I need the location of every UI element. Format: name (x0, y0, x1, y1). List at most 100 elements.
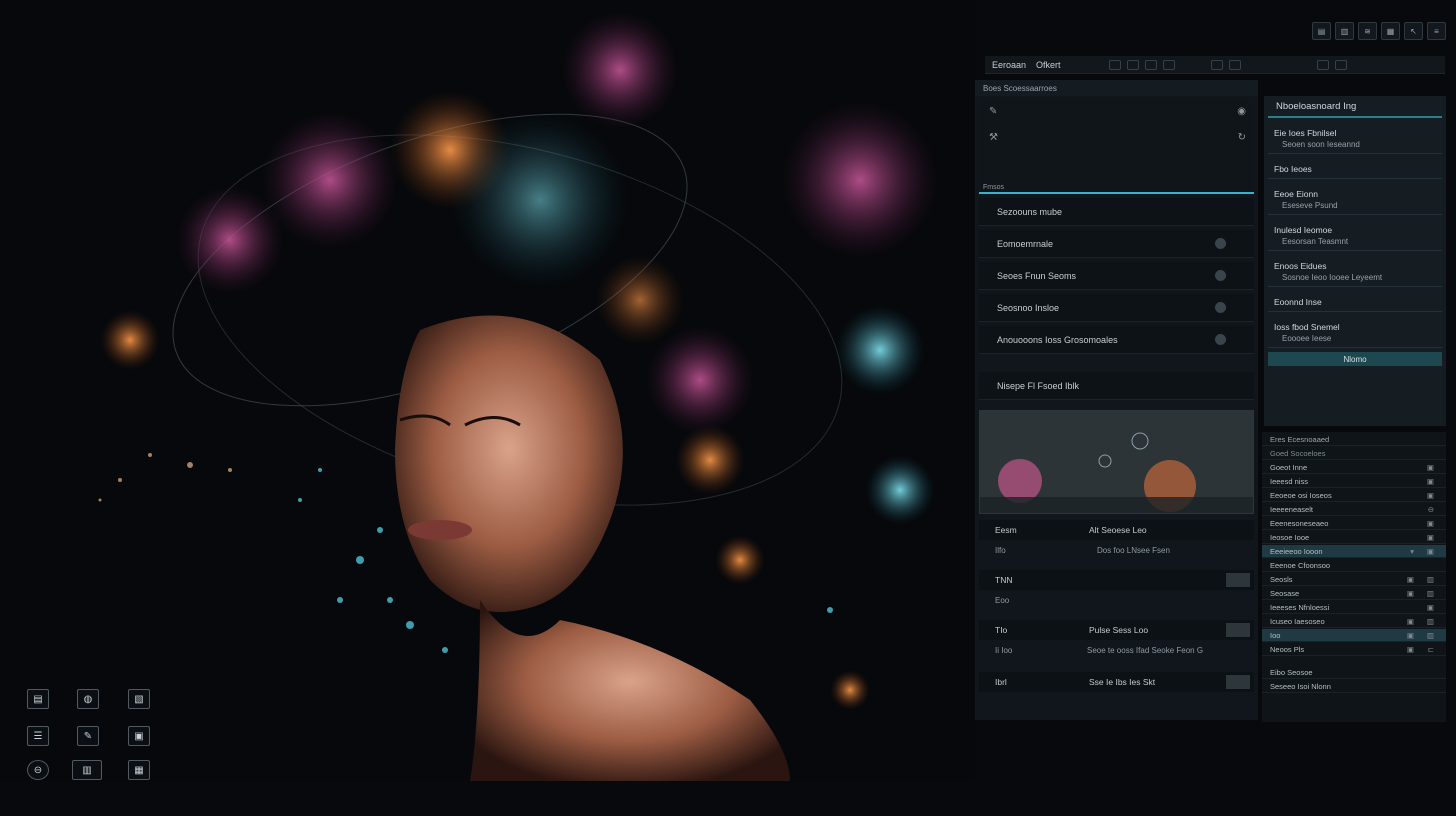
toggle-dot[interactable] (1215, 238, 1226, 249)
apply-button[interactable]: Nlomo (1268, 352, 1442, 366)
adjustment-group[interactable]: Eie Ioes Fbnilsel Seoen soon Ieseannd (1268, 124, 1442, 154)
visibility-icon[interactable]: ▣ (1407, 617, 1414, 626)
crop-icon: ▧ (134, 693, 144, 705)
bar-value: Alt Seoese Leo (1089, 525, 1147, 535)
menu-item-file[interactable]: Eeroaan (990, 60, 1028, 70)
link-icon[interactable]: ⊖ (1428, 505, 1434, 514)
layer-row[interactable]: Ieeesd niss ▣ (1262, 475, 1446, 488)
toggle-dot[interactable] (1215, 334, 1226, 345)
search-icon[interactable] (1316, 59, 1329, 70)
dropdown-icon[interactable]: ▾ (1410, 547, 1414, 556)
list-item[interactable]: Seoes Fnun Seoms (979, 262, 1254, 290)
layer-row[interactable]: Goeot Inne ▣ (1262, 461, 1446, 474)
layer-label: Eeenoe Cfoonsoo (1270, 560, 1331, 570)
list-item[interactable]: Sezoouns mube (979, 198, 1254, 226)
bucket-icon: ◍ (83, 693, 93, 705)
lock-icon[interactable]: ▥ (1427, 617, 1434, 626)
bar-label: TNN (995, 575, 1013, 585)
pen-icon[interactable]: ✎ (989, 106, 997, 117)
group-label: Fbo Ieoes (1274, 164, 1312, 174)
layer-row[interactable]: Seosls ▣ ▥ (1262, 573, 1446, 586)
lock-icon[interactable]: ▥ (1427, 575, 1434, 584)
color-swatch[interactable] (1226, 573, 1250, 587)
wrench-icon[interactable]: ⚒ (989, 132, 998, 143)
eye-tool-button[interactable]: ⊖ (27, 760, 49, 780)
menu-item-edit[interactable]: Ofkert (1034, 60, 1063, 70)
refresh-icon[interactable]: ↻ (1238, 132, 1246, 143)
layer-row[interactable]: Ieeeeneaselt ⊖ (1262, 503, 1446, 516)
visibility-icon[interactable]: ▣ (1407, 631, 1414, 640)
layer-row[interactable]: Ieeeses Nfnloessi ▣ (1262, 601, 1446, 614)
text-tool-button[interactable]: ▥ (72, 760, 102, 780)
menubar-icon[interactable] (1126, 59, 1139, 70)
menubar-icon[interactable] (1228, 59, 1241, 70)
toggle-dot[interactable] (1215, 270, 1226, 281)
menu-icon[interactable]: ≡ (1427, 22, 1446, 40)
list-item[interactable]: Seosnoo Insloe (979, 294, 1254, 322)
lock-icon[interactable]: ▥ (1427, 589, 1434, 598)
adjustment-group[interactable]: Enoos Eidues Sosnoe Ieoo Iooee Leyeemt (1268, 257, 1442, 287)
visibility-icon[interactable]: ▣ (1407, 589, 1414, 598)
lock-icon[interactable]: ▥ (1427, 631, 1434, 640)
list-item[interactable]: Anouooons Ioss Grosomoales (979, 326, 1254, 354)
visibility-icon[interactable]: ▣ (1427, 547, 1434, 556)
adjustment-group[interactable]: Eeoe Eionn Eseseve Psund (1268, 185, 1442, 215)
wave-icon[interactable]: ≋ (1358, 22, 1377, 40)
menubar-icon[interactable] (1144, 59, 1157, 70)
layer-icon: ▦ (134, 764, 144, 776)
visibility-icon[interactable]: ▣ (1407, 645, 1414, 654)
menubar-icon[interactable] (1108, 59, 1121, 70)
record-icon[interactable]: ◉ (1237, 106, 1246, 117)
thumbnail-preview[interactable] (979, 410, 1254, 514)
visibility-icon[interactable]: ▣ (1427, 477, 1434, 486)
adjustment-group[interactable]: Ioss fbod Snemel Eoooee Ieese (1268, 318, 1442, 348)
sub-value: Seoe te ooss Ifad Seoke Feon G (1087, 645, 1204, 655)
adjustment-group[interactable]: Fbo Ieoes (1268, 160, 1442, 179)
settings-icon[interactable] (1334, 59, 1347, 70)
color-swatch[interactable] (1226, 623, 1250, 637)
list-item[interactable]: Eomoemrnale (979, 230, 1254, 258)
grid-tool-button[interactable]: ☰ (27, 726, 49, 746)
color-swatch[interactable] (1226, 675, 1250, 689)
artwork-canvas[interactable]: ▤ ◍ ▧ ☰ ✎ ▣ ⊖ ▥ ▦ (0, 0, 975, 781)
bookmark-icon[interactable]: ▥ (1335, 22, 1354, 40)
layer-tool-button[interactable]: ▦ (128, 760, 150, 780)
adjustment-group[interactable]: Eoonnd Inse (1268, 293, 1442, 312)
visibility-icon[interactable]: ▣ (1427, 519, 1434, 528)
toggle-dot[interactable] (1215, 302, 1226, 313)
frame-tool-button[interactable]: ▣ (128, 726, 150, 746)
thumbnail-image (980, 411, 1253, 513)
bucket-tool-button[interactable]: ◍ (77, 689, 99, 709)
layer-row[interactable]: Neoos Pls ▣ ⊏ (1262, 643, 1446, 656)
stamp-tool-button[interactable]: ✎ (77, 726, 99, 746)
list-item[interactable]: Nisepe Fl Fsoed Iblk (979, 372, 1254, 400)
property-bar[interactable]: TNN (979, 570, 1254, 590)
cursor-icon[interactable]: ↖ (1404, 22, 1423, 40)
property-bar[interactable]: Ibrl Sse Ie Ibs Ies Skt (979, 672, 1254, 692)
visibility-icon[interactable]: ▣ (1427, 463, 1434, 472)
property-bar[interactable]: TIo Pulse Sess Loo (979, 620, 1254, 640)
layer-row[interactable]: Eeenoe Cfoonsoo (1262, 559, 1446, 572)
property-bar[interactable]: Eesm Alt Seoese Leo (979, 520, 1254, 540)
visibility-icon[interactable]: ▣ (1427, 603, 1434, 612)
group-sub: Eesorsan Teasmnt (1282, 237, 1349, 246)
frame-icon[interactable]: ⊏ (1428, 645, 1434, 654)
copy-icon[interactable]: ▤ (1312, 22, 1331, 40)
layer-row[interactable]: Ieosoe Iooe ▣ (1262, 531, 1446, 544)
menubar-icon[interactable] (1162, 59, 1175, 70)
table-icon[interactable]: ▦ (1381, 22, 1400, 40)
layer-row[interactable]: Icuseo Iaesoseo ▣ ▥ (1262, 615, 1446, 628)
layer-row-selected[interactable]: Ioo ▣ ▥ (1262, 629, 1446, 642)
visibility-icon[interactable]: ▣ (1427, 491, 1434, 500)
crop-tool-button[interactable]: ▧ (128, 689, 150, 709)
adjustment-group[interactable]: Inulesd Ieomoe Eesorsan Teasmnt (1268, 221, 1442, 251)
preview-area[interactable]: ✎ ⚒ ◉ ↻ Fmsos (979, 98, 1254, 194)
layer-row-selected[interactable]: Eeeieeoo Iooon ▾ ▣ (1262, 545, 1446, 558)
menubar-icon[interactable] (1210, 59, 1223, 70)
layer-row[interactable]: Seosase ▣ ▥ (1262, 587, 1446, 600)
visibility-icon[interactable]: ▣ (1427, 533, 1434, 542)
layer-row[interactable]: Eeoeoe osi Ioseos ▣ (1262, 489, 1446, 502)
visibility-icon[interactable]: ▣ (1407, 575, 1414, 584)
brush-tool-button[interactable]: ▤ (27, 689, 49, 709)
layer-row[interactable]: Eeenesoneseaeo ▣ (1262, 517, 1446, 530)
